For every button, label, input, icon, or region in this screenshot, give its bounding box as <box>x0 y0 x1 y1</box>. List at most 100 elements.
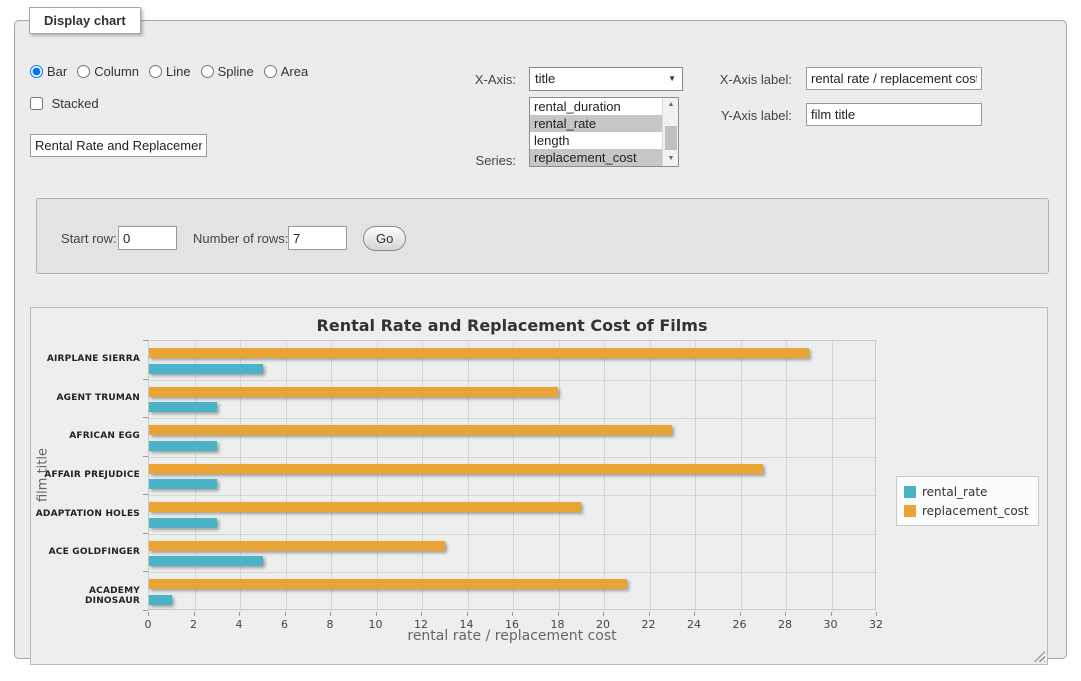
x-tick-label: 10 <box>356 618 396 631</box>
x-gridline <box>650 341 651 611</box>
y-axis-tick <box>143 417 148 418</box>
y-gridline <box>149 380 877 381</box>
bar-rental_rate[interactable] <box>149 364 263 374</box>
x-gridline <box>331 341 332 611</box>
y-axis-tick <box>143 494 148 495</box>
start-row-input[interactable] <box>118 226 177 250</box>
x-axis-label-label: X-Axis label: <box>709 72 792 87</box>
chart-type-radio-group: BarColumnLineSplineArea <box>30 64 318 79</box>
legend-item-replacement_cost[interactable]: replacement_cost <box>904 501 1029 520</box>
x-axis-tick <box>239 612 240 616</box>
x-axis-select[interactable]: title ▼ <box>529 67 683 91</box>
series-select-label: Series: <box>440 153 516 168</box>
series-option-replacement_cost[interactable]: replacement_cost <box>530 149 663 166</box>
y-axis-label-input[interactable] <box>806 103 982 126</box>
chart-type-option-line: Line <box>149 64 191 79</box>
x-gridline <box>786 341 787 611</box>
category-label: AFRICAN EGG <box>35 431 140 441</box>
scrollbar-thumb[interactable] <box>665 126 677 150</box>
chart-type-radio-column[interactable] <box>77 65 90 78</box>
series-option-rental_rate[interactable]: rental_rate <box>530 115 663 132</box>
series-option-length[interactable]: length <box>530 132 663 149</box>
x-axis-tick <box>740 612 741 616</box>
x-axis-select-label: X-Axis: <box>440 72 516 87</box>
chart-type-radio-area[interactable] <box>264 65 277 78</box>
bar-rental_rate[interactable] <box>149 402 217 412</box>
chart-container: Rental Rate and Replacement Cost of Film… <box>30 307 1048 665</box>
scroll-down-icon[interactable]: ▼ <box>663 152 679 166</box>
y-axis-tick <box>143 340 148 341</box>
panel-title: Display chart <box>29 7 141 34</box>
series-multiselect[interactable]: ▲ ▼ rental_durationrental_ratelengthrepl… <box>529 97 679 167</box>
legend-label: replacement_cost <box>922 504 1029 518</box>
x-tick-label: 4 <box>219 618 259 631</box>
legend-item-rental_rate[interactable]: rental_rate <box>904 482 1029 501</box>
x-tick-label: 30 <box>811 618 851 631</box>
chart-type-option-column: Column <box>77 64 139 79</box>
bar-replacement_cost[interactable] <box>149 579 627 589</box>
x-gridline <box>559 341 560 611</box>
start-row-label: Start row: <box>61 231 117 246</box>
bar-rental_rate[interactable] <box>149 518 217 528</box>
category-label: AGENT TRUMAN <box>35 393 140 403</box>
y-axis-tick <box>143 610 148 611</box>
bar-replacement_cost[interactable] <box>149 348 809 358</box>
stacked-option: Stacked <box>30 96 99 111</box>
series-list-scrollbar[interactable]: ▲ ▼ <box>662 98 678 166</box>
bar-replacement_cost[interactable] <box>149 541 445 551</box>
bar-rental_rate[interactable] <box>149 556 263 566</box>
y-axis-tick <box>143 571 148 572</box>
x-tick-label: 18 <box>538 618 578 631</box>
bar-rental_rate[interactable] <box>149 441 217 451</box>
chart-type-radio-line[interactable] <box>149 65 162 78</box>
bar-replacement_cost[interactable] <box>149 502 581 512</box>
chart-title-input[interactable] <box>30 134 207 157</box>
number-of-rows-input[interactable] <box>288 226 347 250</box>
bar-replacement_cost[interactable] <box>149 387 558 397</box>
chart-type-radio-spline[interactable] <box>201 65 214 78</box>
stacked-checkbox[interactable] <box>30 97 43 110</box>
x-tick-label: 0 <box>128 618 168 631</box>
x-axis-tick <box>148 612 149 616</box>
x-gridline <box>195 341 196 611</box>
x-tick-label: 26 <box>720 618 760 631</box>
chart-title: Rental Rate and Replacement Cost of Film… <box>148 316 876 335</box>
rows-panel: Start row: Number of rows: Go <box>36 198 1049 274</box>
chart-type-radio-label: Spline <box>218 64 254 79</box>
x-axis-tick <box>603 612 604 616</box>
x-gridline <box>832 341 833 611</box>
series-option-rental_duration[interactable]: rental_duration <box>530 98 663 115</box>
resize-grip[interactable] <box>1034 651 1045 662</box>
bar-replacement_cost[interactable] <box>149 425 672 435</box>
x-axis-tick <box>649 612 650 616</box>
x-axis-tick <box>512 612 513 616</box>
category-label: AFFAIR PREJUDICE <box>35 470 140 480</box>
stacked-label: Stacked <box>52 96 99 111</box>
bar-rental_rate[interactable] <box>149 595 172 605</box>
y-axis-label-label: Y-Axis label: <box>709 108 792 123</box>
chart-type-radio-label: Bar <box>47 64 67 79</box>
chart-type-radio-bar[interactable] <box>30 65 43 78</box>
x-tick-label: 8 <box>310 618 350 631</box>
y-gridline <box>149 457 877 458</box>
x-axis-tick <box>558 612 559 616</box>
chart-type-radio-label: Line <box>166 64 191 79</box>
x-gridline <box>604 341 605 611</box>
x-gridline <box>286 341 287 611</box>
scroll-up-icon[interactable]: ▲ <box>663 98 679 112</box>
legend-swatch <box>904 486 916 498</box>
chevron-down-icon: ▼ <box>668 68 676 90</box>
x-gridline <box>741 341 742 611</box>
chart-legend: rental_rate replacement_cost <box>896 476 1039 526</box>
chart-type-radio-label: Column <box>94 64 139 79</box>
x-tick-label: 2 <box>174 618 214 631</box>
x-axis-label-input[interactable] <box>806 67 982 90</box>
x-axis-tick <box>876 612 877 616</box>
bar-replacement_cost[interactable] <box>149 464 763 474</box>
legend-swatch <box>904 505 916 517</box>
go-button[interactable]: Go <box>363 226 406 251</box>
x-axis-tick <box>194 612 195 616</box>
x-tick-label: 24 <box>674 618 714 631</box>
bar-rental_rate[interactable] <box>149 479 217 489</box>
chart-type-option-spline: Spline <box>201 64 254 79</box>
